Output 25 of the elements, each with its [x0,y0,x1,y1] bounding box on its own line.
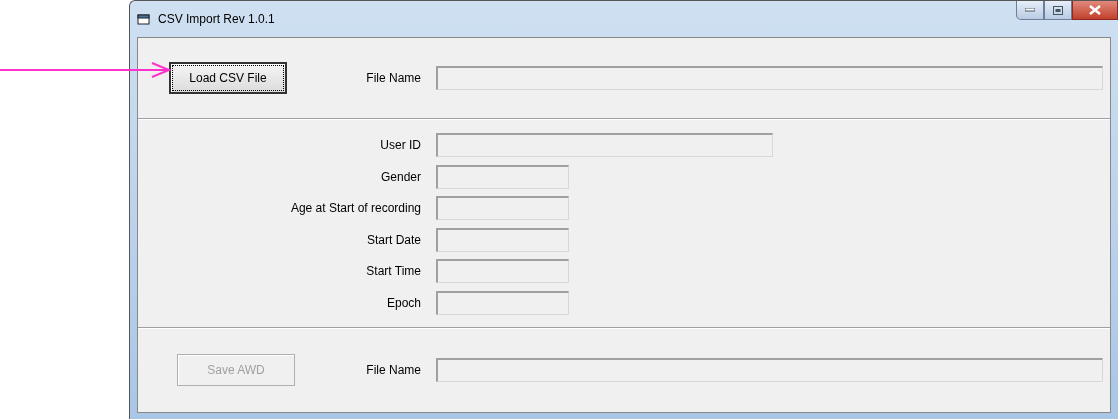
window-icon [137,13,151,25]
minimize-icon [1025,8,1035,12]
field-label: Start Date [366,232,421,247]
field-label: User ID [380,138,421,152]
text-field[interactable] [436,259,569,283]
text-field[interactable] [436,196,569,220]
text-field[interactable] [436,290,569,315]
text-field[interactable] [436,133,773,157]
field-label: File Name [366,71,421,85]
close-icon [1089,5,1101,15]
file-name-field[interactable] [436,66,1103,90]
file-name-field[interactable] [436,358,1103,382]
field-label: File Name [366,363,421,377]
field-label: Epoch [386,295,421,310]
maximize-button[interactable] [1044,1,1072,20]
close-button[interactable] [1072,1,1118,20]
field-label: Gender [380,169,421,184]
maximize-icon [1053,5,1063,15]
field-label: Start Time [366,264,421,278]
text-field[interactable] [436,227,569,252]
load-csv-button[interactable]: Load CSV File [169,62,287,94]
minimize-button[interactable] [1016,1,1044,20]
window-title: CSV Import Rev 1.0.1 [158,12,275,26]
field-label: Age at Start of recording [290,201,421,215]
text-field[interactable] [436,164,569,189]
